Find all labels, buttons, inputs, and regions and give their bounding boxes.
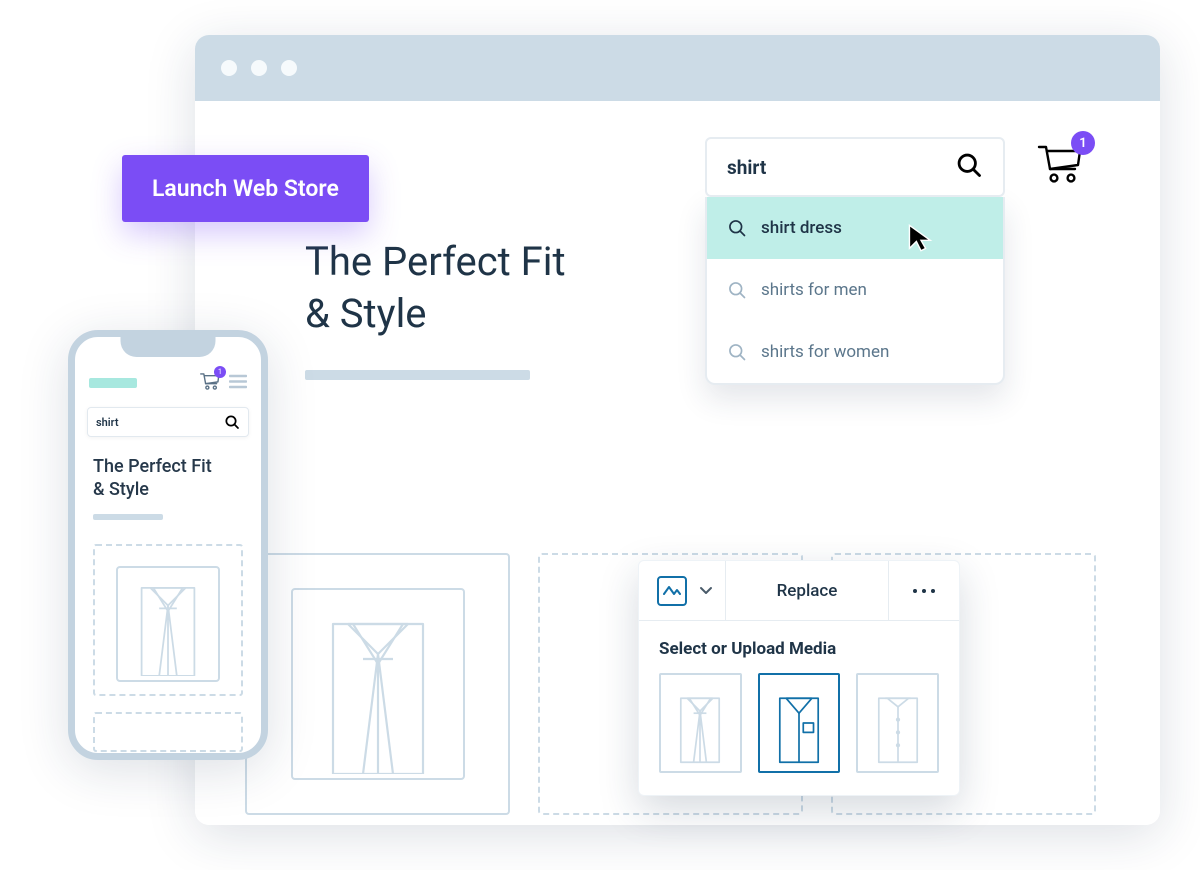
phone-hero-line-1: The Perfect Fit [93,455,243,478]
suggestion-label: shirts for men [761,280,867,300]
media-thumb-item-selected[interactable] [758,673,841,773]
suggestion-label: shirts for women [761,342,889,362]
shirt-buttoned-icon [866,687,930,765]
phone-product-tile-placeholder[interactable] [93,712,243,752]
search-icon [727,342,747,362]
media-selector-popup: Replace Select or Upload Media [638,560,960,796]
phone-cart-count-badge: 1 [214,366,226,378]
suggestion-item[interactable]: shirts for women [707,321,1003,383]
phone-hero-divider [93,514,163,520]
hero-divider [305,370,530,380]
replace-label: Replace [759,581,856,601]
product-thumbnail [291,588,465,780]
media-popup-title: Select or Upload Media [639,621,959,673]
more-icon [913,589,935,593]
search-input[interactable]: shirt [705,137,1005,197]
window-title-bar [195,35,1160,101]
suggestion-label: shirt dress [761,218,842,238]
search-suggestions: shirt dress shirts for men shirts for wo… [705,197,1005,385]
media-toolbar: Replace [639,561,959,621]
phone-frame: 1 shirt The Perfect Fit & Style [68,330,268,760]
phone-notch [121,335,216,357]
window-dot [281,60,297,76]
image-type-icon [657,576,687,606]
search-icon [727,280,747,300]
phone-cart-button[interactable]: 1 [199,371,221,395]
shirt-pocket-icon [767,687,831,765]
replace-button[interactable]: Replace [726,561,889,620]
shirt-tie-icon [668,687,732,765]
launch-web-store-button[interactable]: Launch Web Store [122,155,369,222]
suggestion-item[interactable]: shirts for men [707,259,1003,321]
search-icon [224,414,240,430]
window-dot [251,60,267,76]
chevron-down-icon [699,586,713,596]
phone-search-query: shirt [96,416,224,429]
search-icon [727,218,747,238]
cursor-icon [907,223,935,257]
media-thumb-item[interactable] [659,673,742,773]
phone-logo [89,378,137,388]
hero-line-2: & Style [305,288,566,340]
hero-heading: The Perfect Fit & Style [305,236,566,380]
media-type-button[interactable] [639,561,726,620]
product-tile[interactable] [245,553,510,815]
launch-button-label: Launch Web Store [152,175,339,202]
search-query: shirt [727,156,955,179]
cart-count-badge: 1 [1071,131,1095,155]
media-thumb-item[interactable] [856,673,939,773]
more-options-button[interactable] [889,561,959,620]
media-thumbnails [639,673,959,795]
phone-hero-heading: The Perfect Fit & Style [75,437,261,502]
search-icon[interactable] [955,151,983,183]
hero-line-1: The Perfect Fit [305,236,566,288]
phone-product-thumbnail [116,566,220,682]
window-dot [221,60,237,76]
suggestion-item[interactable]: shirt dress [707,197,1003,259]
phone-hero-line-2: & Style [93,478,243,501]
cart-button[interactable]: 1 [1035,141,1085,189]
search-box[interactable]: shirt shirt dress [705,137,1005,385]
phone-product-tile[interactable] [93,544,243,696]
shirt-icon [124,576,212,676]
hamburger-menu-icon[interactable] [229,374,247,393]
shirt-icon [303,604,453,774]
phone-search-input[interactable]: shirt [87,407,249,437]
